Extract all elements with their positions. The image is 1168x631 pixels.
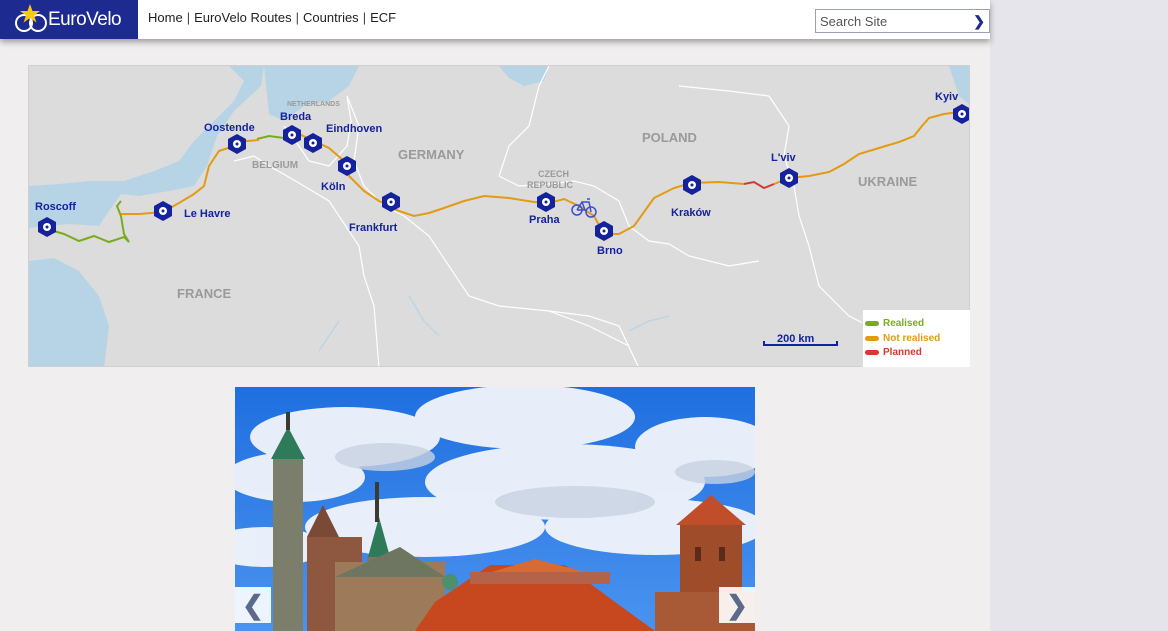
country-label-germany: GERMANY [398,147,465,162]
nav-home[interactable]: Home [148,10,183,25]
legend-item-planned: Planned [865,347,922,358]
nav-separator: | [295,10,300,25]
slideshow-photo [235,387,755,631]
legend-item-realised: Realised [865,318,924,329]
city-label-frankfurt: Frankfurt [349,222,398,234]
country-label-belgium: BELGIUM [252,160,298,171]
legend-swatch-realised [865,321,879,326]
scale-bar-label: 200 km [777,333,815,345]
city-label-lviv: L'viv [771,152,797,164]
nav-separator: | [362,10,367,25]
country-label-czech: CZECH [538,169,569,179]
route-map[interactable]: FRANCE BELGIUM NETHERLANDS GERMANY CZECH… [28,65,970,367]
city-label-roscoff: Roscoff [35,201,76,213]
city-label-breda: Breda [280,111,312,123]
nav-eurovelo-routes[interactable]: EuroVelo Routes [194,10,292,25]
legend-label-realised: Realised [883,318,925,329]
main-nav: Home | EuroVelo Routes | Countries | ECF [148,10,396,25]
logo-star-icon [15,4,47,32]
city-label-koln: Köln [321,181,346,193]
country-label-netherlands: NETHERLANDS [287,101,340,108]
logo-text: EuroVelo [48,9,122,30]
nav-separator: | [186,10,191,25]
legend-item-not-realised: Not realised [865,333,940,344]
nav-ecf[interactable]: ECF [370,10,396,25]
city-label-brno: Brno [597,245,623,257]
map-legend: Realised Not realised Planned [862,310,970,367]
legend-label-planned: Planned [883,347,922,358]
city-label-oostende: Oostende [204,122,255,134]
city-label-kyiv: Kyiv [935,91,959,103]
slideshow-prev-button[interactable]: ❮ [235,587,271,623]
country-label-ukraine: UKRAINE [858,174,918,189]
city-label-le-havre: Le Havre [184,208,230,220]
city-label-krakow: Kraków [671,207,711,219]
route-map-svg: FRANCE BELGIUM NETHERLANDS GERMANY CZECH… [29,66,969,366]
wawel-castle-photo [235,387,755,631]
right-panel [990,39,1168,631]
legend-swatch-planned [865,350,879,355]
search-box: ❯ [815,9,990,33]
nav-countries[interactable]: Countries [303,10,359,25]
city-label-eindhoven: Eindhoven [326,123,383,135]
chevron-right-icon: ❯ [726,589,748,620]
city-label-praha: Praha [529,214,560,226]
search-input[interactable] [816,10,966,32]
chevron-left-icon: ❮ [242,589,264,620]
country-label-republic: REPUBLIC [527,180,574,190]
eurovelo-logo[interactable]: EuroVelo [0,0,138,39]
country-label-france: FRANCE [177,286,231,301]
legend-swatch-not-realised [865,336,879,341]
search-submit-icon[interactable]: ❯ [973,13,985,30]
site-header: EuroVelo Home | EuroVelo Routes | Countr… [0,0,990,39]
slideshow-next-button[interactable]: ❯ [719,587,755,623]
country-label-poland: POLAND [642,130,697,145]
legend-label-not-realised: Not realised [883,333,941,344]
